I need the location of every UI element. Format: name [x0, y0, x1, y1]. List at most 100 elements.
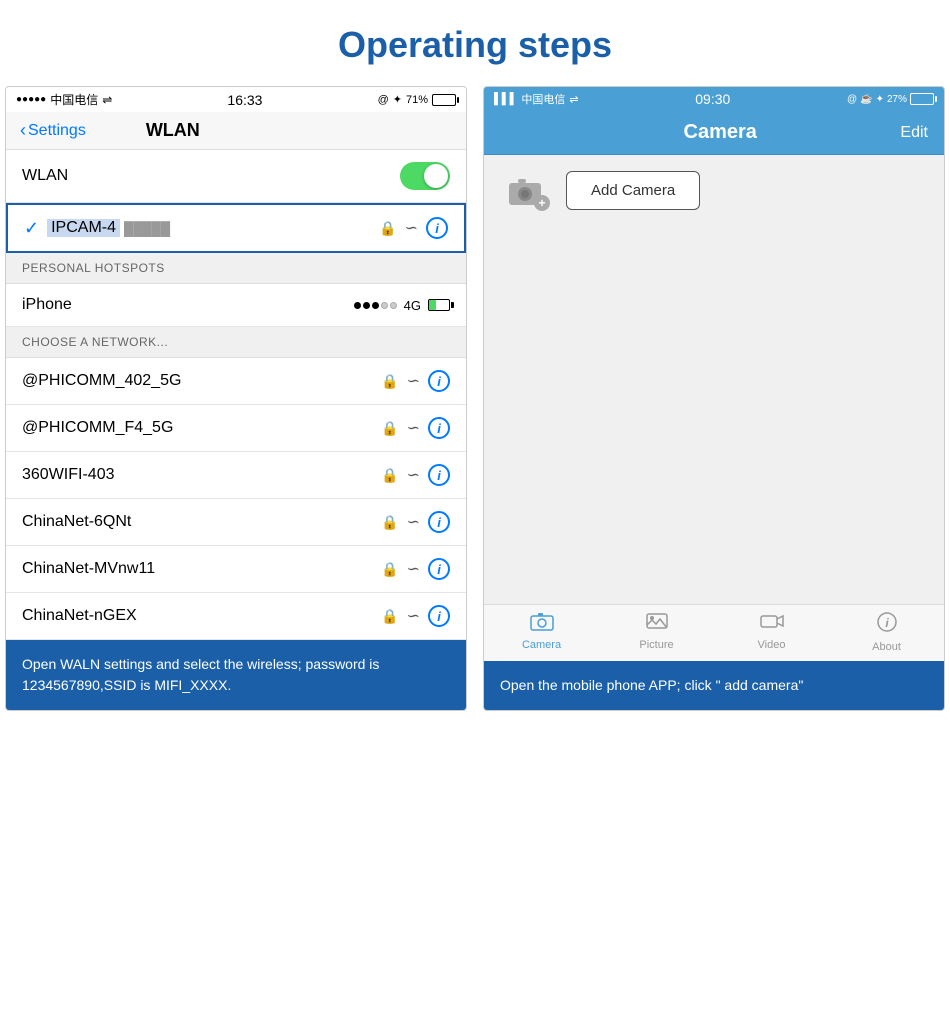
- right-status-time: 09:30: [695, 91, 730, 107]
- info-0[interactable]: i: [428, 370, 450, 392]
- 4g-tag: 4G: [404, 298, 421, 313]
- dot4: [381, 302, 388, 309]
- info-2[interactable]: i: [428, 464, 450, 486]
- dot1: [354, 302, 361, 309]
- picture-tab-icon: [645, 611, 669, 637]
- wlan-label: WLAN: [22, 167, 68, 185]
- carrier-left: 中国电信: [50, 91, 98, 108]
- tab-about[interactable]: i About: [829, 611, 944, 653]
- checkmark-icon: ✓: [24, 218, 39, 239]
- network-icons-2: 🔒 ∽ i: [381, 464, 450, 486]
- network-icons-0: 🔒 ∽ i: [381, 370, 450, 392]
- network-row-1[interactable]: @PHICOMM_F4_5G 🔒 ∽ i: [6, 405, 466, 452]
- wlan-toggle-row: WLAN: [6, 150, 466, 203]
- tab-bar: Camera Picture: [484, 604, 944, 661]
- wlan-toggle[interactable]: [400, 162, 450, 190]
- connected-network-icons: 🔒 ∽ i: [379, 217, 448, 239]
- about-tab-icon: i: [876, 611, 898, 639]
- phones-container: ●●●●● 中国电信 ⇌ 16:33 @ ✦ 71% ‹ Settings WL…: [0, 86, 950, 711]
- at-sign-left: @: [378, 94, 389, 106]
- info-button-connected[interactable]: i: [426, 217, 448, 239]
- at-right: @: [847, 94, 857, 105]
- network-row-3[interactable]: ChinaNet-6QNt 🔒 ∽ i: [6, 499, 466, 546]
- add-camera-button[interactable]: Add Camera: [566, 171, 700, 210]
- back-button[interactable]: ‹ Settings: [20, 120, 86, 141]
- about-tab-label: About: [872, 641, 901, 653]
- alarm-right: ☕: [860, 94, 872, 105]
- lock-2: 🔒: [381, 467, 398, 484]
- svg-text:i: i: [885, 616, 889, 630]
- choose-network-header: CHOOSE A NETWORK...: [6, 327, 466, 358]
- wifi-5: ∽: [407, 606, 420, 626]
- network-name-3: ChinaNet-6QNt: [22, 513, 381, 531]
- wifi-right: ⇌: [569, 93, 578, 106]
- iphone-label: iPhone: [22, 296, 354, 314]
- iphone-battery: [428, 299, 450, 311]
- battery-icon-left: [432, 94, 456, 106]
- left-caption: Open WALN settings and select the wirele…: [6, 640, 466, 710]
- network-row-0[interactable]: @PHICOMM_402_5G 🔒 ∽ i: [6, 358, 466, 405]
- battery-icon-right: [910, 93, 934, 105]
- video-tab-label: Video: [758, 639, 786, 651]
- left-status-time: 16:33: [227, 92, 262, 108]
- tab-picture[interactable]: Picture: [599, 611, 714, 653]
- dot2: [363, 302, 370, 309]
- network-icons-3: 🔒 ∽ i: [381, 511, 450, 533]
- iphone-hotspot-row[interactable]: iPhone 4G: [6, 284, 466, 327]
- left-status-signal: ●●●●● 中国电信 ⇌: [16, 91, 112, 108]
- signal-bars-right: ▌▌▌: [494, 93, 517, 105]
- personal-hotspots-header: PERSONAL HOTSPOTS: [6, 253, 466, 284]
- chevron-left-icon: ‹: [20, 120, 26, 141]
- wifi-status-left: ⇌: [102, 93, 112, 107]
- back-label[interactable]: Settings: [28, 122, 86, 140]
- info-1[interactable]: i: [428, 417, 450, 439]
- content-spacer: [484, 396, 944, 605]
- info-3[interactable]: i: [428, 511, 450, 533]
- network-name-0: @PHICOMM_402_5G: [22, 372, 381, 390]
- network-row-5[interactable]: ChinaNet-nGEX 🔒 ∽ i: [6, 593, 466, 640]
- plus-badge-icon: +: [534, 195, 550, 211]
- tab-camera[interactable]: Camera: [484, 611, 599, 653]
- left-status-right: @ ✦ 71%: [378, 93, 456, 106]
- tab-video[interactable]: Video: [714, 611, 829, 653]
- network-icons-5: 🔒 ∽ i: [381, 605, 450, 627]
- signal-dots-left: ●●●●●: [16, 94, 46, 105]
- info-5[interactable]: i: [428, 605, 450, 627]
- network-name-4: ChinaNet-MVnw11: [22, 560, 381, 578]
- right-phone: ▌▌▌ 中国电信 ⇌ 09:30 @ ☕ ✦ 27% Camera Edit: [483, 86, 945, 711]
- right-status-bar: ▌▌▌ 中国电信 ⇌ 09:30 @ ☕ ✦ 27%: [484, 87, 944, 111]
- bt-icon-left: ✦: [393, 93, 402, 106]
- wifi-1: ∽: [407, 418, 420, 438]
- right-nav-bar: Camera Edit: [484, 111, 944, 155]
- camera-content: + Add Camera: [484, 155, 944, 396]
- wifi-2: ∽: [407, 465, 420, 485]
- right-status-right: @ ☕ ✦ 27%: [847, 93, 934, 105]
- network-icons-4: 🔒 ∽ i: [381, 558, 450, 580]
- connected-network-row[interactable]: ✓ IPCAM-4 █████ 🔒 ∽ i: [6, 203, 466, 253]
- edit-button[interactable]: Edit: [900, 124, 928, 142]
- page-title: Operating steps: [0, 0, 950, 86]
- lock-icon-connected: 🔒: [379, 220, 396, 237]
- network-name-5: ChinaNet-nGEX: [22, 607, 381, 625]
- wifi-icon-connected: ∽: [405, 218, 418, 238]
- batt-pct-right: 27%: [887, 94, 907, 105]
- signal-dots-iphone: [354, 302, 397, 309]
- network-row-2[interactable]: 360WIFI-403 🔒 ∽ i: [6, 452, 466, 499]
- right-caption: Open the mobile phone APP; click " add c…: [484, 661, 944, 710]
- right-nav-title: Camera: [684, 121, 757, 144]
- dot3: [372, 302, 379, 309]
- camera-tab-label: Camera: [522, 639, 561, 651]
- add-camera-icon-btn[interactable]: +: [500, 171, 550, 211]
- lock-0: 🔒: [381, 373, 398, 390]
- connected-network-blurred: █████: [124, 221, 170, 236]
- network-name-1: @PHICOMM_F4_5G: [22, 419, 381, 437]
- network-row-4[interactable]: ChinaNet-MVnw11 🔒 ∽ i: [6, 546, 466, 593]
- camera-icon-area: +: [500, 171, 550, 211]
- info-4[interactable]: i: [428, 558, 450, 580]
- left-status-bar: ●●●●● 中国电信 ⇌ 16:33 @ ✦ 71%: [6, 87, 466, 112]
- lock-3: 🔒: [381, 514, 398, 531]
- network-icons-1: 🔒 ∽ i: [381, 417, 450, 439]
- right-status-left: ▌▌▌ 中国电信 ⇌: [494, 91, 579, 107]
- carrier-right: 中国电信: [521, 91, 565, 107]
- wifi-3: ∽: [407, 512, 420, 532]
